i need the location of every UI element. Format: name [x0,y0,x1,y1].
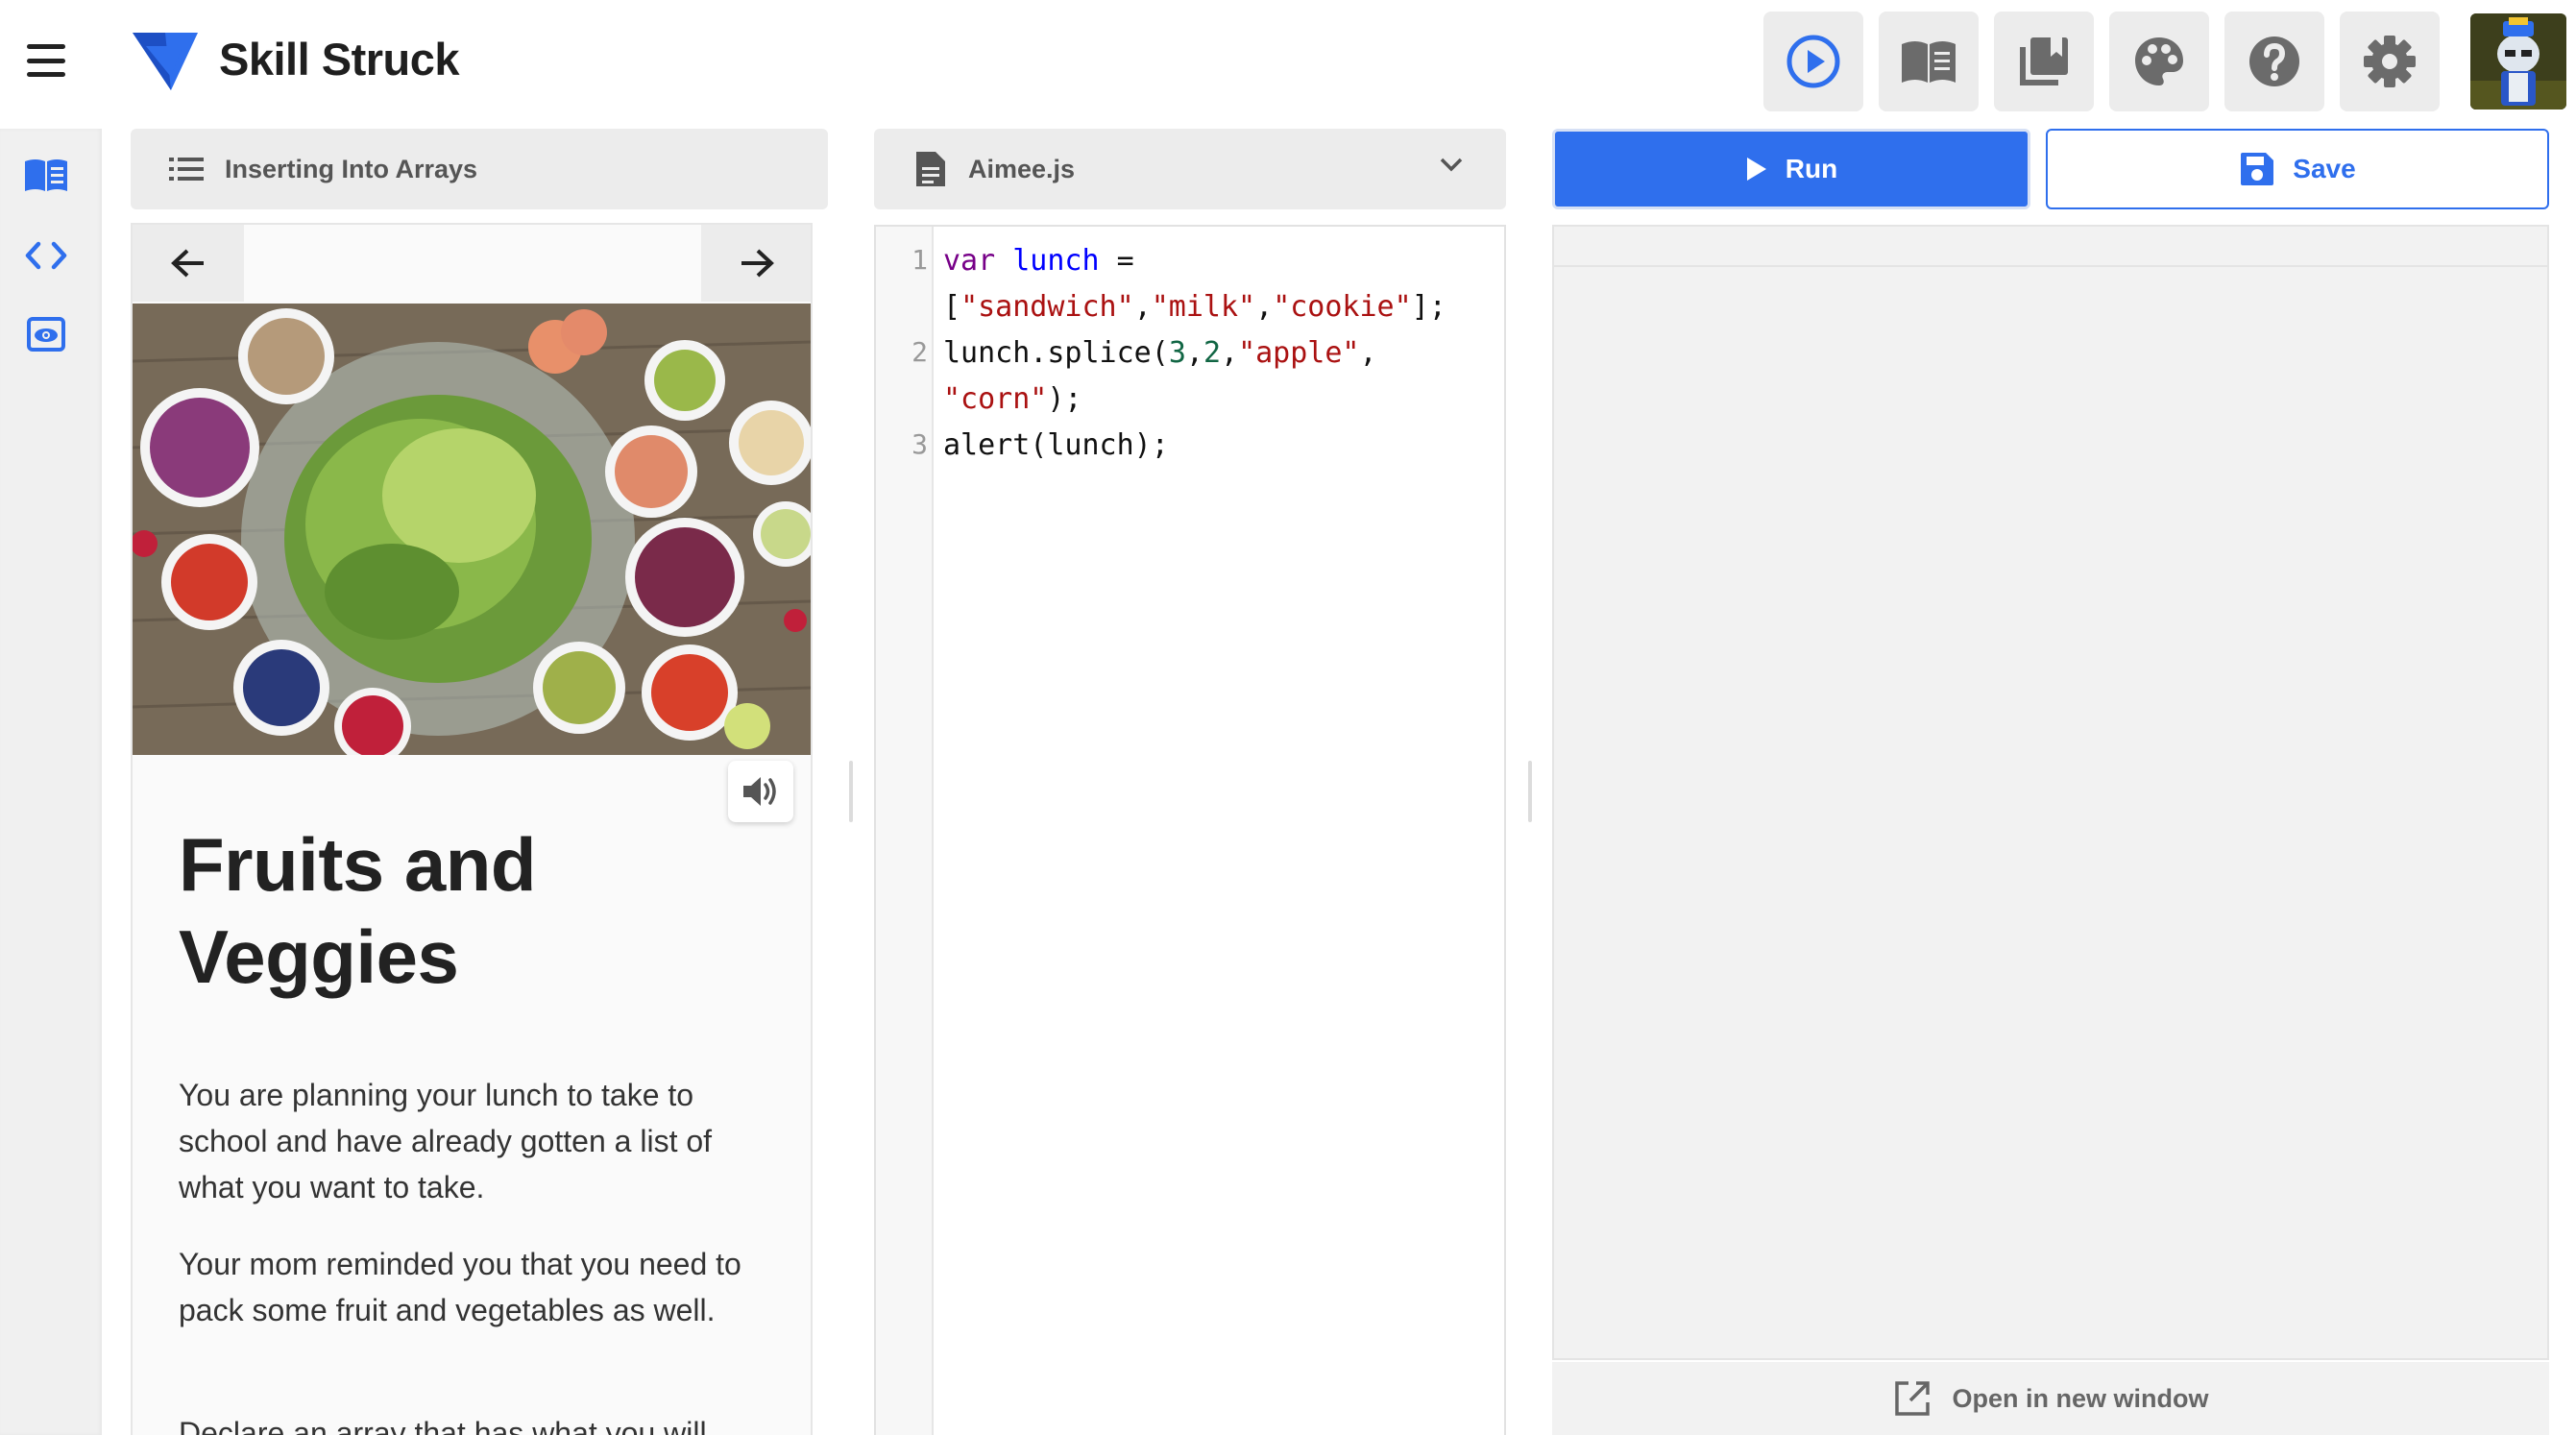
previous-page-button[interactable] [133,225,244,302]
theme-button[interactable] [2109,12,2209,111]
play-icon [1746,158,1766,181]
speaker-volume-icon [743,777,776,806]
open-in-new-window-button[interactable]: Open in new window [1552,1362,2549,1435]
run-button[interactable]: Run [1552,129,2030,209]
lesson-title: Inserting Into Arrays [225,154,478,183]
play-circle-icon [1786,35,1840,88]
run-preview-button[interactable] [1763,12,1863,111]
help-circle-icon [2249,36,2299,86]
line-gutter: 1 2 3 [876,227,934,1435]
rail-item-lesson[interactable] [19,148,73,202]
read-aloud-button[interactable] [728,761,793,822]
code-line-3[interactable]: alert(lunch); [943,423,1500,469]
save-label: Save [2293,154,2356,183]
library-button[interactable] [1994,12,2094,111]
skill-struck-logo [133,33,198,90]
code-line-1[interactable]: var lunch = ["sandwich","milk","cookie"]… [943,238,1500,330]
file-name: Aimee.js [968,154,1076,183]
lesson-card: Fruits and Veggies You are planning your… [131,223,813,1435]
lesson-paragraph: You are planning your lunch to take to s… [179,1078,713,1204]
help-button[interactable] [2224,12,2324,111]
line-number: 2 [911,336,928,368]
arrow-right-icon [741,249,774,278]
save-button[interactable]: Save [2046,129,2549,209]
open-external-icon [1894,1381,1930,1416]
menu-icon[interactable] [27,44,65,77]
lesson-nav [133,225,811,304]
chevron-down-icon [1440,158,1463,172]
rail-item-preview[interactable] [19,307,73,361]
settings-button[interactable] [2340,12,2440,111]
file-selector[interactable]: Aimee.js [874,129,1506,209]
next-page-button[interactable] [701,225,811,302]
panel-resize-handle[interactable] [849,761,853,822]
book-open-icon [1902,41,1956,83]
save-floppy-icon [2241,153,2274,185]
lesson-heading: Fruits and Veggies [179,822,537,999]
run-label: Run [1785,154,1838,183]
user-avatar[interactable] [2470,13,2566,109]
lesson-book-button[interactable] [1879,12,1979,111]
brand-name: Skill Struck [219,34,460,85]
library-books-icon [2020,37,2068,85]
output-toolbar-divider [1554,265,2547,267]
line-number: 3 [911,428,928,460]
lesson-photo-salad [133,304,811,755]
code-brackets-icon [25,241,67,270]
book-open-icon [25,159,67,191]
left-rail [0,129,102,1435]
lesson-title-bar[interactable]: Inserting Into Arrays [131,129,828,209]
panel-resize-handle[interactable] [1528,761,1532,822]
avatar-character-icon [2470,13,2566,109]
open-in-new-window-label: Open in new window [1952,1383,2209,1413]
salad-photo-illustration [133,304,811,755]
gear-icon [2364,36,2416,87]
app-header: Skill Struck [0,0,2576,125]
arrow-left-icon [171,249,204,278]
preview-eye-icon [27,317,65,352]
line-number: 1 [911,244,928,276]
list-icon [169,158,204,181]
lesson-paragraph: Your mom reminded you that you need to p… [179,1247,741,1327]
rail-item-code[interactable] [19,229,73,282]
document-icon [916,152,945,186]
palette-icon [2135,37,2183,85]
code-editor[interactable]: 1 2 3 var lunch = ["sandwich","milk","co… [874,225,1506,1435]
code-line-2[interactable]: lunch.splice(3,2,"apple", "corn"); [943,330,1500,423]
output-preview[interactable] [1552,225,2549,1360]
lesson-paragraph: Declare an array that has what you will [179,1416,707,1435]
